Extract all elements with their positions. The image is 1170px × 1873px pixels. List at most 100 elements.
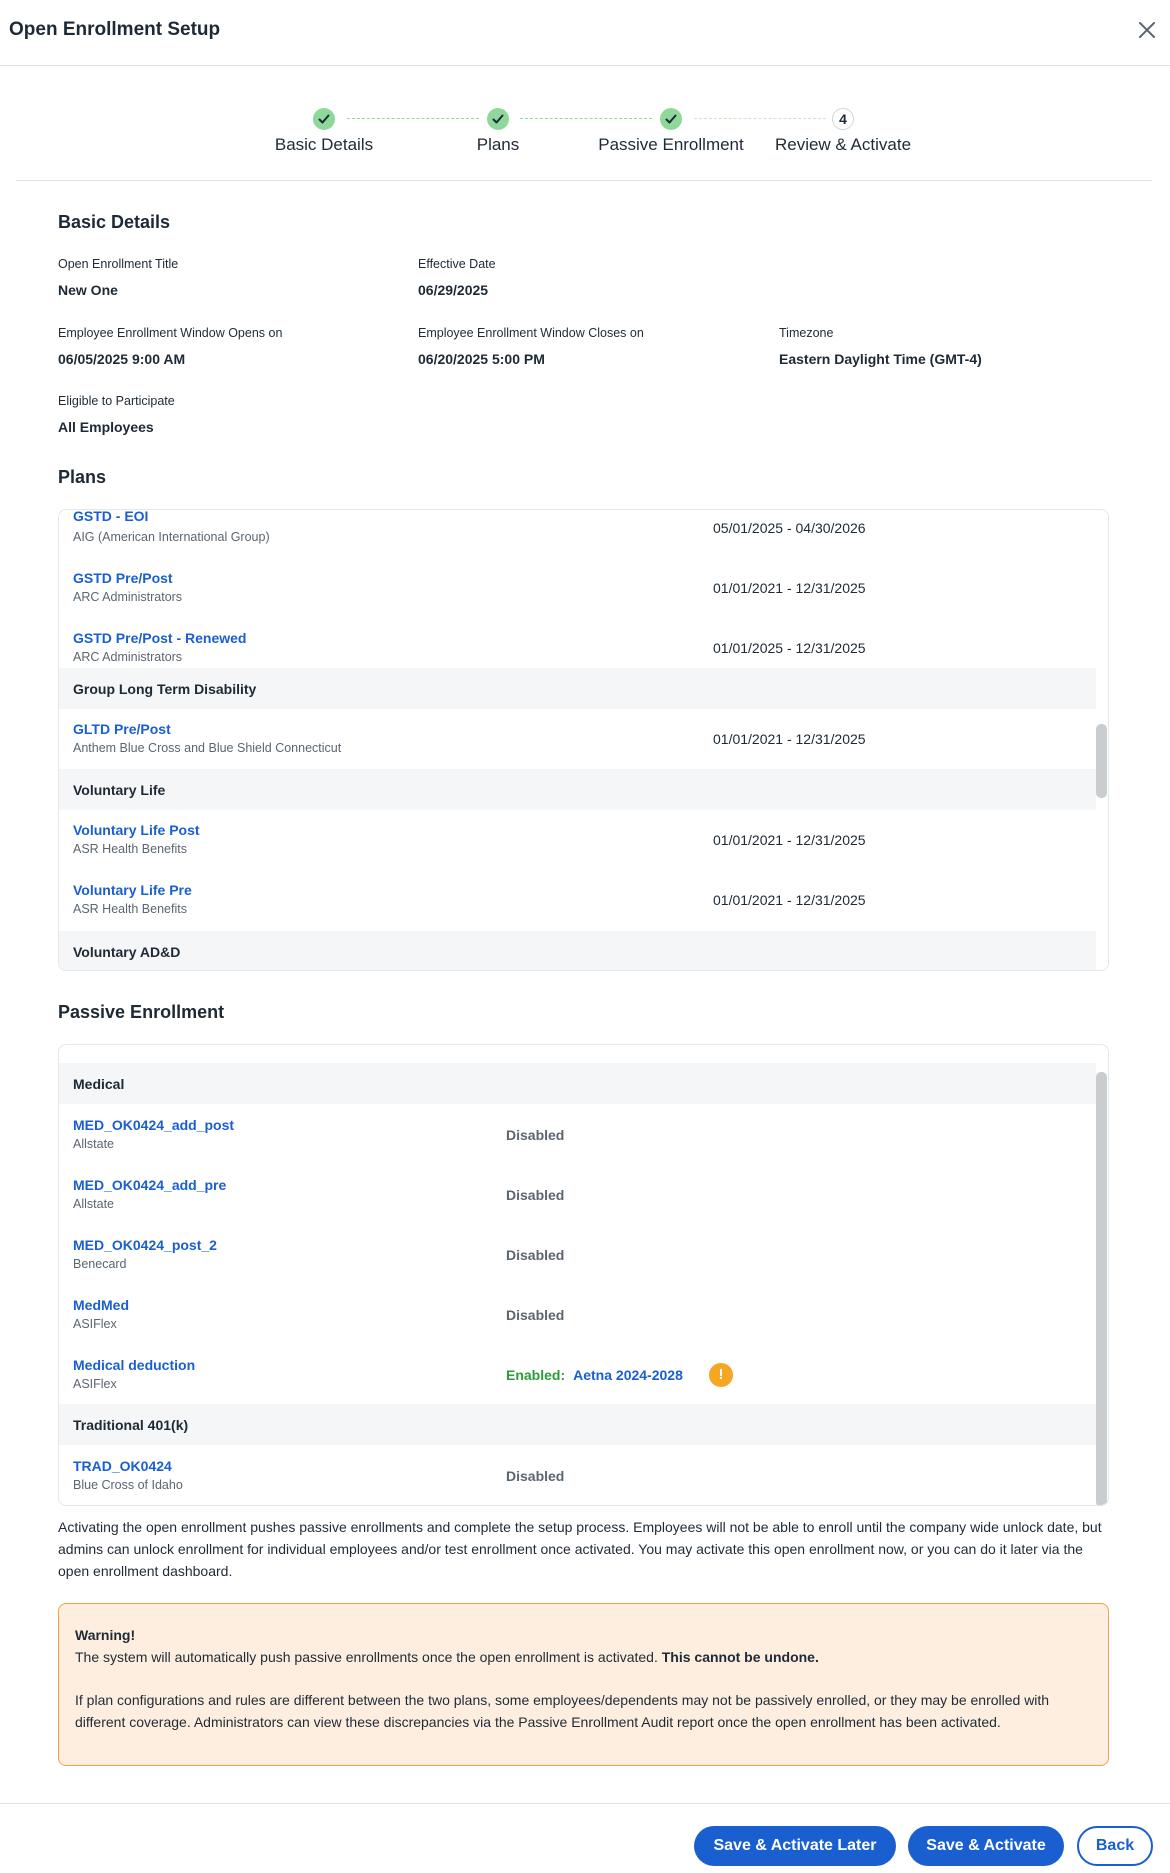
list-item: Medical deduction ASIFlex Enabled: Aetna … xyxy=(59,1344,1096,1404)
plan-carrier: Allstate xyxy=(73,1137,114,1151)
field-label: Effective Date xyxy=(418,257,496,271)
warning-text: The system will automatically push passi… xyxy=(75,1649,662,1665)
list-item: MedMed ASIFlex Disabled xyxy=(59,1284,1096,1344)
field-label: Open Enrollment Title xyxy=(58,257,179,271)
section-title-passive-enrollment: Passive Enrollment xyxy=(58,1002,225,1022)
step-label: Basic Details xyxy=(274,135,374,154)
list-item: GLTD Pre/Post Anthem Blue Cross and Blue… xyxy=(59,709,1096,769)
field-label: Eligible to Participate xyxy=(58,394,175,408)
plan-link[interactable]: Medical deduction xyxy=(73,1357,195,1373)
warning-icon[interactable]: ! xyxy=(709,1363,733,1387)
group-header: Voluntary Life xyxy=(59,769,1096,810)
plan-carrier: ARC Administrators xyxy=(73,650,183,664)
warning-callout: Warning! The system will automatically p… xyxy=(58,1603,1109,1766)
step-passive-enrollment[interactable]: Passive Enrollment xyxy=(571,100,771,155)
warning-line-2: If plan configurations and rules are dif… xyxy=(75,1692,1050,1730)
plans-list[interactable]: GSTD - EOI AIG (American International G… xyxy=(58,509,1109,971)
plan-carrier: ARC Administrators xyxy=(73,590,183,604)
section-title-plans: Plans xyxy=(58,467,107,487)
linked-plan-link[interactable]: Aetna 2024-2028 xyxy=(573,1367,683,1383)
save-activate-button[interactable]: Save & Activate xyxy=(908,1826,1064,1866)
plan-dates: 01/01/2021 - 12/31/2025 xyxy=(713,832,866,848)
checkmark-icon xyxy=(487,108,509,130)
step-basic-details[interactable]: Basic Details xyxy=(224,100,424,155)
list-item: GSTD Pre/Post ARC Administrators 01/01/2… xyxy=(59,560,1096,620)
list-item: Voluntary Life Post ASR Health Benefits … xyxy=(59,810,1096,870)
step-plans[interactable]: Plans xyxy=(398,100,598,155)
plan-carrier: Blue Cross of Idaho xyxy=(73,1478,183,1492)
checkmark-icon xyxy=(313,108,335,130)
status-text: Disabled xyxy=(506,1187,565,1203)
scrollbar-thumb[interactable] xyxy=(1096,1072,1107,1505)
plan-carrier: Benecard xyxy=(73,1257,127,1271)
warning-title: Warning! xyxy=(75,1627,136,1643)
plan-dates: 01/01/2025 - 12/31/2025 xyxy=(713,640,866,656)
plan-link[interactable]: Voluntary Life Post xyxy=(73,822,200,838)
plan-link[interactable]: GSTD - EOI xyxy=(73,510,148,524)
checkmark-icon xyxy=(660,108,682,130)
plan-dates: 01/01/2021 - 12/31/2025 xyxy=(713,580,866,596)
group-name: Medical xyxy=(73,1076,125,1092)
list-item: MED_OK0424_add_pre Allstate Disabled xyxy=(59,1164,1096,1224)
list-item: MED_OK0424_add_post Allstate Disabled xyxy=(59,1104,1096,1164)
plan-dates: 01/01/2021 - 12/31/2025 xyxy=(713,731,866,747)
step-label: Plans xyxy=(476,135,520,154)
field-label: Timezone xyxy=(779,326,834,340)
plan-carrier: ASIFlex xyxy=(73,1317,117,1331)
status-text: Disabled xyxy=(506,1247,565,1263)
group-header: Medical xyxy=(59,1063,1096,1104)
step-label: Passive Enrollment xyxy=(598,135,744,154)
status-text: Enabled: xyxy=(506,1367,566,1383)
plan-carrier: ASR Health Benefits xyxy=(73,902,187,916)
progress-stepper: Basic Details Plans Passive Enrollment 4… xyxy=(0,100,1170,160)
field-label: Employee Enrollment Window Opens on xyxy=(58,326,283,340)
plan-link[interactable]: MED_OK0424_post_2 xyxy=(73,1237,217,1253)
field-value: 06/05/2025 9:00 AM xyxy=(58,351,186,367)
divider xyxy=(16,180,1152,181)
plan-dates: 01/01/2021 - 12/31/2025 xyxy=(713,892,866,908)
save-activate-later-button[interactable]: Save & Activate Later xyxy=(694,1826,896,1866)
back-button[interactable]: Back xyxy=(1077,1826,1153,1866)
scrollbar-thumb[interactable] xyxy=(1096,724,1107,798)
close-icon[interactable] xyxy=(1135,18,1159,42)
field-value: All Employees xyxy=(58,419,154,435)
status-text: Disabled xyxy=(506,1307,565,1323)
field-value: 06/20/2025 5:00 PM xyxy=(418,351,545,367)
group-name: Voluntary Life xyxy=(73,782,166,798)
field-value: New One xyxy=(58,282,118,298)
step-label: Review & Activate xyxy=(774,135,912,154)
divider xyxy=(0,1803,1170,1804)
plan-dates: 05/01/2025 - 04/30/2026 xyxy=(713,520,866,536)
field-label: Employee Enrollment Window Closes on xyxy=(418,326,644,340)
plan-link[interactable]: MED_OK0424_add_post xyxy=(73,1117,234,1133)
passive-enrollment-list[interactable]: Medical MED_OK0424_add_post Allstate Dis… xyxy=(58,1044,1109,1506)
list-item: MED_OK0424_post_2 Benecard Disabled xyxy=(59,1224,1096,1284)
plan-link[interactable]: GLTD Pre/Post xyxy=(73,721,171,737)
group-name: Traditional 401(k) xyxy=(73,1417,189,1433)
list-item: Voluntary Life Pre ASR Health Benefits 0… xyxy=(59,870,1096,930)
warning-emphasis: This cannot be undone. xyxy=(661,1649,819,1665)
group-header: Traditional 401(k) xyxy=(59,1404,1096,1445)
activation-info-text: Activating the open enrollment pushes pa… xyxy=(58,1519,1102,1579)
field-value: 06/29/2025 xyxy=(418,282,489,298)
plan-link[interactable]: Voluntary Life Pre xyxy=(73,882,192,898)
step-review-activate[interactable]: 4 Review & Activate xyxy=(743,100,943,155)
group-header: Voluntary AD&D xyxy=(59,931,1096,970)
field-value: Eastern Daylight Time (GMT-4) xyxy=(779,351,982,367)
plan-link[interactable]: GSTD Pre/Post - Renewed xyxy=(73,630,246,646)
group-name: Voluntary AD&D xyxy=(73,944,181,960)
plan-carrier: ASIFlex xyxy=(73,1377,117,1391)
plan-link[interactable]: MED_OK0424_add_pre xyxy=(73,1177,226,1193)
plan-link[interactable]: GSTD Pre/Post xyxy=(73,570,173,586)
plan-link[interactable]: TRAD_OK0424 xyxy=(73,1458,172,1474)
section-title-basic-details: Basic Details xyxy=(58,212,171,232)
plan-carrier: Anthem Blue Cross and Blue Shield Connec… xyxy=(73,741,342,755)
group-header: Group Long Term Disability xyxy=(59,668,1096,709)
list-item: GSTD - EOI AIG (American International G… xyxy=(59,510,1096,560)
status-text: Disabled xyxy=(506,1468,565,1484)
warning-line-1: The system will automatically push passi… xyxy=(75,1646,1092,1668)
modal-title: Open Enrollment Setup xyxy=(9,19,221,40)
modal-header: Open Enrollment Setup xyxy=(0,0,1170,66)
group-name: Group Long Term Disability xyxy=(73,681,257,697)
plan-link[interactable]: MedMed xyxy=(73,1297,129,1313)
